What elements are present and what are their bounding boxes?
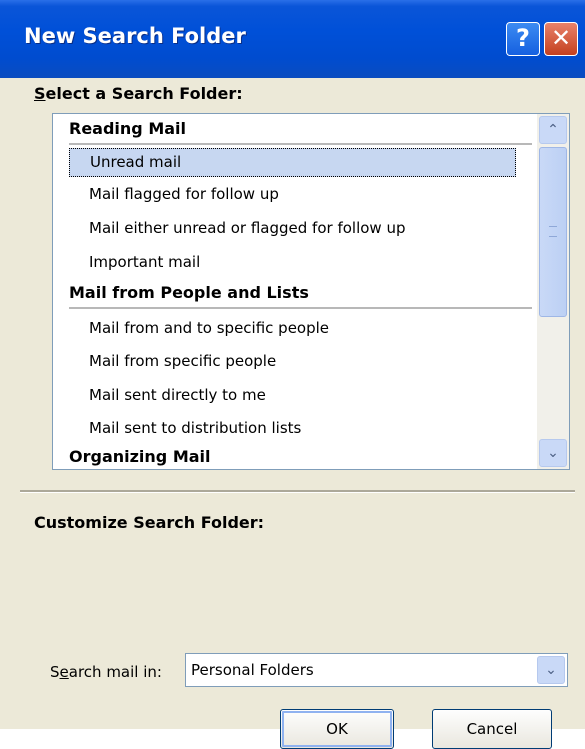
- list-item-from-and-to-people[interactable]: Mail from and to specific people: [89, 319, 329, 337]
- dropdown-button[interactable]: ⌄: [537, 656, 565, 684]
- chevron-up-icon: ⌃: [547, 122, 559, 138]
- list-item-unread-mail[interactable]: Unread mail: [69, 148, 516, 177]
- group-divider: [69, 143, 532, 145]
- search-mail-in-dropdown[interactable]: Personal Folders ⌄: [185, 653, 568, 687]
- list-item-unread-or-flagged[interactable]: Mail either unread or flagged for follow…: [89, 219, 406, 237]
- customize-search-folder-label: Customize Search Folder:: [34, 513, 265, 532]
- scrollbar-thumb[interactable]: [539, 147, 567, 317]
- search-mail-in-value: Personal Folders: [191, 661, 314, 679]
- group-heading-organizing-mail: Organizing Mail: [69, 447, 211, 466]
- chevron-down-icon: ⌄: [547, 445, 559, 461]
- group-heading-people-and-lists: Mail from People and Lists: [69, 283, 309, 302]
- window-title: New Search Folder: [24, 24, 246, 48]
- list-item-sent-directly-to-me[interactable]: Mail sent directly to me: [89, 386, 266, 404]
- search-mail-in-label: Search mail in:: [50, 663, 162, 681]
- list-item-from-specific-people[interactable]: Mail from specific people: [89, 352, 276, 370]
- scroll-down-button[interactable]: ⌄: [539, 439, 567, 467]
- list-item-sent-to-distribution-lists[interactable]: Mail sent to distribution lists: [89, 419, 301, 437]
- section-divider: [20, 490, 575, 493]
- group-heading-reading-mail: Reading Mail: [69, 119, 187, 138]
- group-divider: [69, 307, 532, 309]
- new-search-folder-dialog: New Search Folder ? ✕ Select a Search Fo…: [0, 0, 585, 749]
- cancel-button[interactable]: Cancel: [432, 709, 552, 749]
- list-item-important-mail[interactable]: Important mail: [89, 253, 200, 271]
- chevron-down-icon: ⌄: [545, 662, 557, 678]
- close-icon: ✕: [550, 24, 572, 52]
- grip-icon: [549, 226, 557, 237]
- ok-button[interactable]: OK: [280, 709, 394, 749]
- search-folder-list[interactable]: Reading Mail Unread mail Mail flagged fo…: [52, 113, 570, 470]
- select-search-folder-label: Select a Search Folder:: [34, 84, 243, 103]
- help-icon: ?: [516, 24, 530, 52]
- help-button[interactable]: ?: [506, 22, 540, 56]
- scroll-up-button[interactable]: ⌃: [539, 116, 567, 144]
- close-button[interactable]: ✕: [544, 22, 578, 56]
- vertical-scrollbar[interactable]: ⌃ ⌄: [537, 114, 569, 469]
- list-item-mail-flagged[interactable]: Mail flagged for follow up: [89, 185, 279, 203]
- title-bar: New Search Folder ? ✕: [0, 0, 585, 78]
